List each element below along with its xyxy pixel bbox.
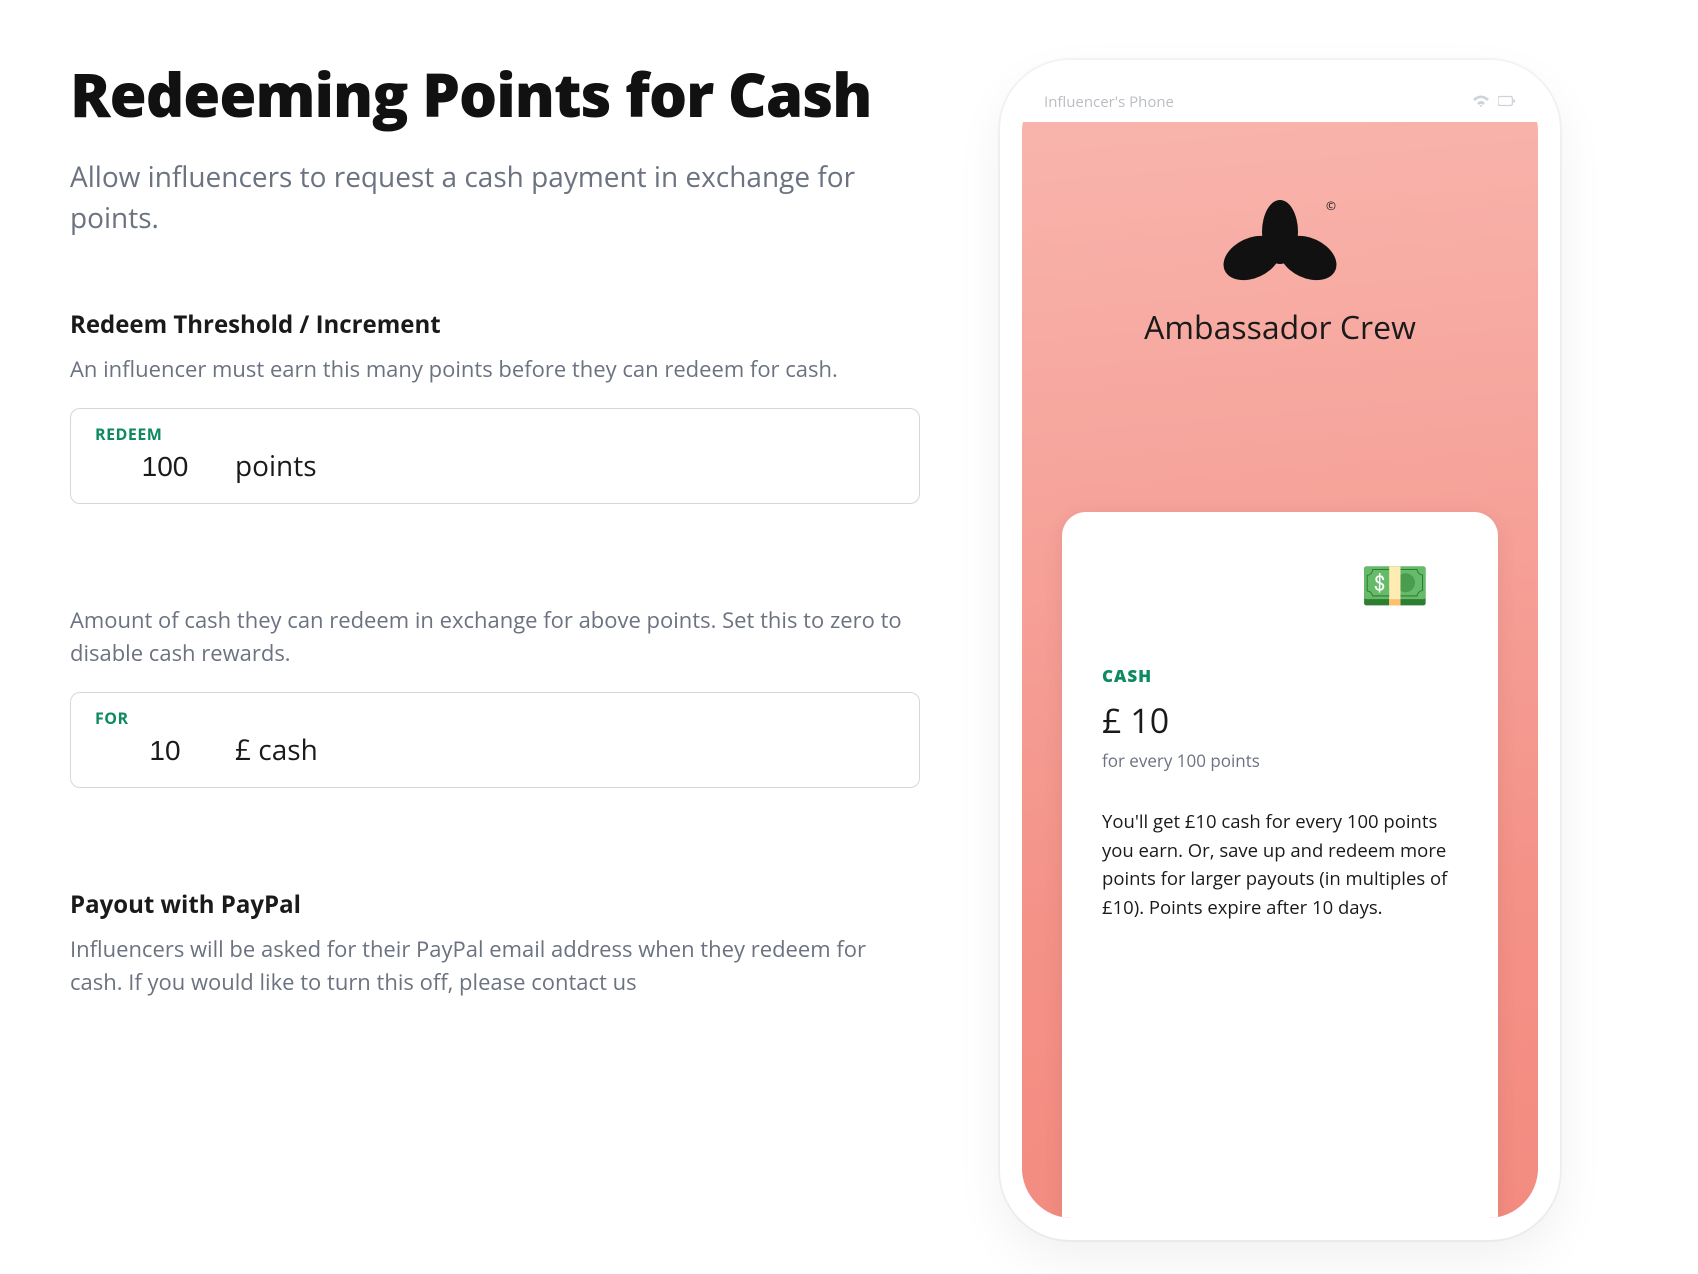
wifi-icon	[1472, 92, 1490, 112]
phone-statusbar: Influencer's Phone	[1022, 82, 1538, 122]
svg-text:©: ©	[1326, 197, 1336, 214]
redeem-threshold-desc: An influencer must earn this many points…	[70, 353, 920, 386]
redeem-points-unit: points	[235, 447, 317, 485]
page-title: Redeeming Points for Cash	[70, 60, 920, 129]
cash-amount-unit: £ cash	[235, 731, 318, 769]
card-cash-desc: You'll get £10 cash for every 100 points…	[1102, 808, 1458, 923]
card-cash-label: CASH	[1102, 664, 1458, 687]
redeem-threshold-heading: Redeem Threshold / Increment	[70, 308, 920, 341]
paypal-desc: Influencers will be asked for their PayP…	[70, 933, 920, 999]
phone-mockup: Influencer's Phone	[1000, 60, 1560, 1240]
redeem-field-label: REDEEM	[95, 423, 895, 445]
card-cash-sub: for every 100 points	[1102, 749, 1458, 772]
cash-card: 💵 CASH £ 10 for every 100 points You'll …	[1062, 512, 1498, 1218]
page-subtitle: Allow influencers to request a cash paym…	[70, 157, 920, 238]
paypal-heading: Payout with PayPal	[70, 888, 920, 921]
brand-name: Ambassador Crew	[1022, 306, 1538, 349]
cash-field-label: FOR	[95, 707, 895, 729]
cash-amount-desc: Amount of cash they can redeem in exchan…	[70, 604, 920, 670]
brand-logo-icon: ©	[1210, 192, 1350, 282]
money-emoji-icon: 💵	[1360, 556, 1430, 612]
redeem-points-input[interactable]	[95, 451, 235, 483]
phone-status-title: Influencer's Phone	[1044, 92, 1174, 112]
card-cash-amount: £ 10	[1102, 697, 1458, 743]
redeem-field-box[interactable]: REDEEM points	[70, 408, 920, 504]
battery-icon	[1498, 92, 1516, 112]
cash-amount-input[interactable]	[95, 735, 235, 767]
cash-field-box[interactable]: FOR £ cash	[70, 692, 920, 788]
